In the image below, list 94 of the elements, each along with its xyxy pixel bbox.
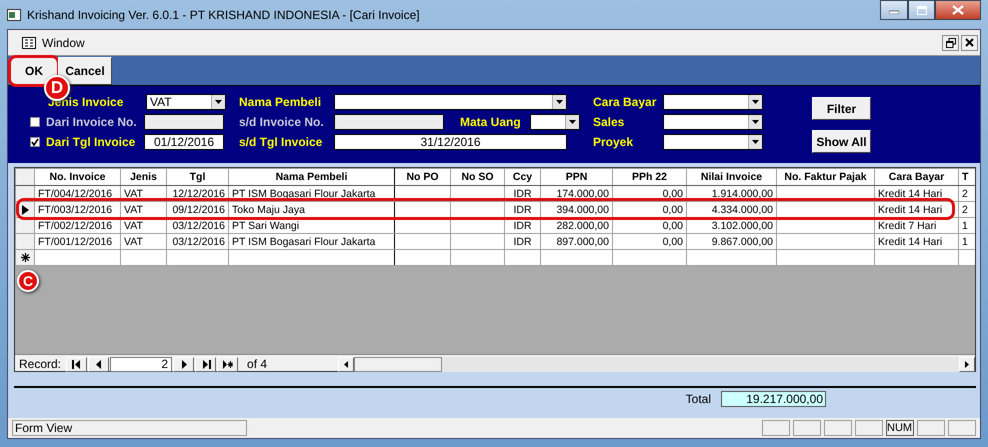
filter-button[interactable]: Show All xyxy=(812,130,871,153)
field-label: Cara Bayar xyxy=(593,94,658,111)
table-cell: PT ISM Bogasari Flour Jakarta xyxy=(228,234,394,250)
column-header[interactable]: Tgl xyxy=(166,168,228,186)
horizontal-scrollbar[interactable] xyxy=(338,356,975,372)
first-record-icon xyxy=(72,360,82,368)
maximize-button[interactable] xyxy=(908,0,935,20)
close-button[interactable] xyxy=(961,34,978,50)
total-field: 19.217.000,00 xyxy=(721,391,826,407)
dropdown-icon xyxy=(556,100,563,104)
next-record-button[interactable] xyxy=(173,356,194,372)
dropdown-icon xyxy=(569,120,576,124)
combo-box[interactable] xyxy=(334,94,567,110)
record-number-field[interactable]: 2 xyxy=(110,356,172,372)
checkbox[interactable] xyxy=(30,137,40,147)
row-selector[interactable] xyxy=(16,250,34,266)
first-record-button[interactable] xyxy=(66,356,88,372)
dropdown-icon xyxy=(752,120,759,124)
field-label: Proyek xyxy=(593,134,634,151)
new-record-icon xyxy=(222,360,233,368)
dropdown-icon xyxy=(752,140,759,144)
total-label: Total xyxy=(686,391,711,408)
field-label: Dari Tgl Invoice xyxy=(46,134,136,151)
scroll-left-icon xyxy=(344,360,348,368)
column-header[interactable]: Cara Bayar xyxy=(874,168,958,186)
record-label: Record: xyxy=(19,356,62,373)
combo-box[interactable] xyxy=(663,134,763,150)
field-label: Dari Invoice No. xyxy=(46,114,138,131)
window-title: Krishand Invoicing Ver. 6.0.1 - PT KRISHAND INDONESIA - [Cari Invoice] xyxy=(27,6,420,24)
scroll-right-icon xyxy=(965,360,969,368)
table-cell: 4.334.000,00 xyxy=(686,202,776,218)
previous-record-icon xyxy=(94,360,104,368)
table-cell: FT/003/12/2016 xyxy=(34,202,120,218)
field-label: s/d Invoice No. xyxy=(239,114,325,131)
restore-button[interactable] xyxy=(942,34,959,50)
last-record-icon xyxy=(200,360,211,368)
column-header[interactable]: Jenis xyxy=(120,168,166,186)
close-icon xyxy=(952,5,964,15)
last-record-button[interactable] xyxy=(195,356,216,372)
status-text: Form View xyxy=(12,420,247,436)
table-cell: 09/12/2016 xyxy=(166,202,228,218)
status-indicator: NUM xyxy=(886,420,914,436)
previous-record-button[interactable] xyxy=(88,356,110,372)
app-icon xyxy=(7,8,21,20)
field-label: s/d Tgl Invoice xyxy=(239,134,324,151)
dropdown-icon xyxy=(752,100,759,104)
table-cell: 394.000,00 xyxy=(540,202,612,218)
column-header[interactable]: No. Invoice xyxy=(34,168,120,186)
input-field[interactable]: 31/12/2016 xyxy=(334,134,567,150)
new-record-button[interactable] xyxy=(217,356,238,372)
table-cell: Kredit 14 Hari xyxy=(874,234,958,250)
field-label: Mata Uang xyxy=(460,114,522,131)
column-header[interactable]: T xyxy=(958,168,975,186)
column-header[interactable]: Nama Pembeli xyxy=(228,168,394,186)
column-header[interactable]: No. Faktur Pajak xyxy=(776,168,874,186)
table-cell: 9.867.000,00 xyxy=(686,234,776,250)
column-header[interactable]: Ccy xyxy=(504,168,540,186)
menu-item[interactable]: Window xyxy=(42,34,85,52)
table-cell: IDR xyxy=(504,202,540,218)
combo-box[interactable] xyxy=(663,114,763,130)
table-cell: 897.000,00 xyxy=(540,234,612,250)
column-header[interactable]: Nilai Invoice xyxy=(686,168,776,186)
table-cell: Kredit 14 Hari xyxy=(874,202,958,218)
table-cell: IDR xyxy=(504,234,540,250)
filter-button[interactable]: Filter xyxy=(812,97,871,120)
column-header[interactable]: No SO xyxy=(450,168,504,186)
table-cell: Toko Maju Jaya xyxy=(228,202,394,218)
field-label: Nama Pembeli xyxy=(239,94,322,111)
record-count: of 4 xyxy=(247,356,268,373)
check-icon xyxy=(31,138,39,146)
table-cell: FT/001/12/2016 xyxy=(34,234,120,250)
minimize-button[interactable] xyxy=(880,0,908,20)
combo-box[interactable] xyxy=(663,94,763,110)
table-cell: VAT xyxy=(120,202,166,218)
close-icon xyxy=(965,38,974,47)
column-header[interactable]: PPN xyxy=(540,168,612,186)
table-cell: 03/12/2016 xyxy=(166,234,228,250)
column-header[interactable]: PPh 22 xyxy=(612,168,686,186)
table-cell: VAT xyxy=(120,234,166,250)
restore-icon xyxy=(946,38,956,48)
column-header[interactable]: No PO xyxy=(394,168,450,186)
maximize-icon xyxy=(916,6,926,14)
close-button[interactable] xyxy=(935,0,981,20)
table-cell: 0,00 xyxy=(612,234,686,250)
combo-box[interactable]: VAT xyxy=(146,94,226,110)
new-row-icon xyxy=(20,253,30,262)
table-cell: 0,00 xyxy=(612,202,686,218)
field-label: Sales xyxy=(593,114,626,131)
row-pointer-icon xyxy=(22,204,28,215)
form-icon xyxy=(22,36,36,48)
input-field[interactable]: 01/12/2016 xyxy=(144,134,224,150)
dropdown-icon xyxy=(215,100,222,104)
callout-badge: C xyxy=(17,270,39,292)
combo-box[interactable] xyxy=(530,114,580,130)
